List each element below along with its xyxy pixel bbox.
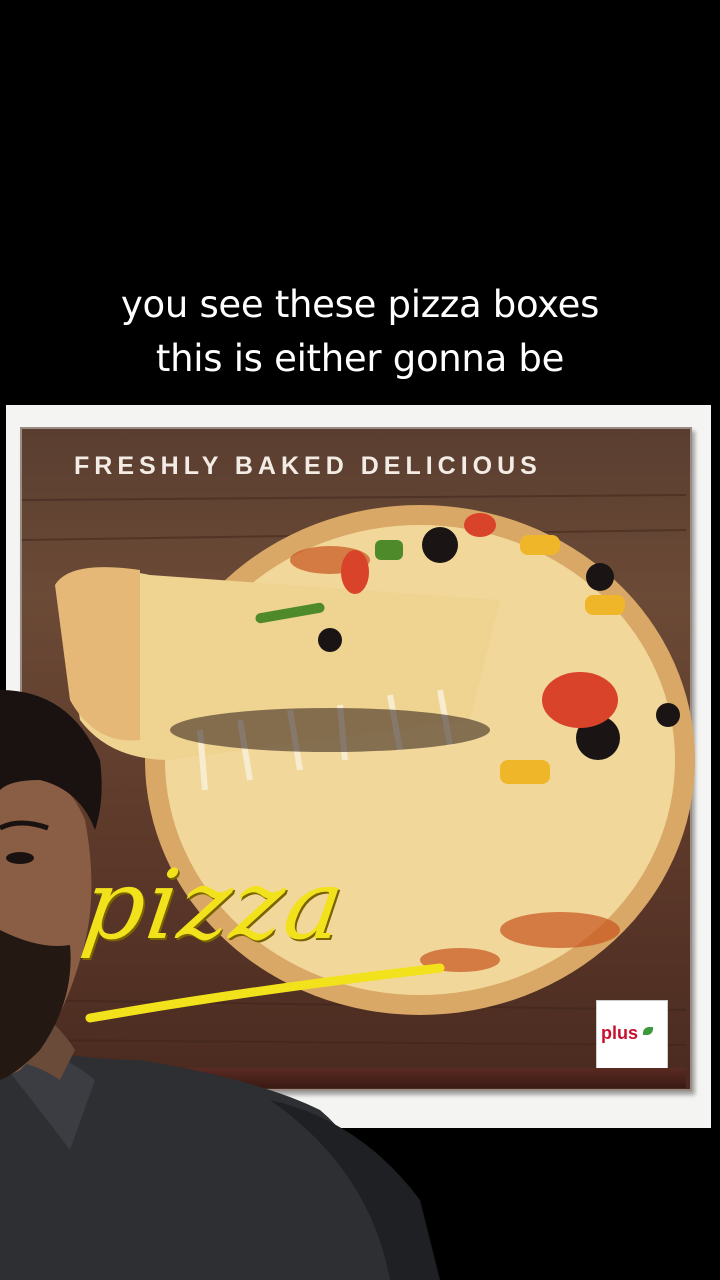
presenter-overlay xyxy=(0,690,440,1280)
eye xyxy=(6,852,34,864)
